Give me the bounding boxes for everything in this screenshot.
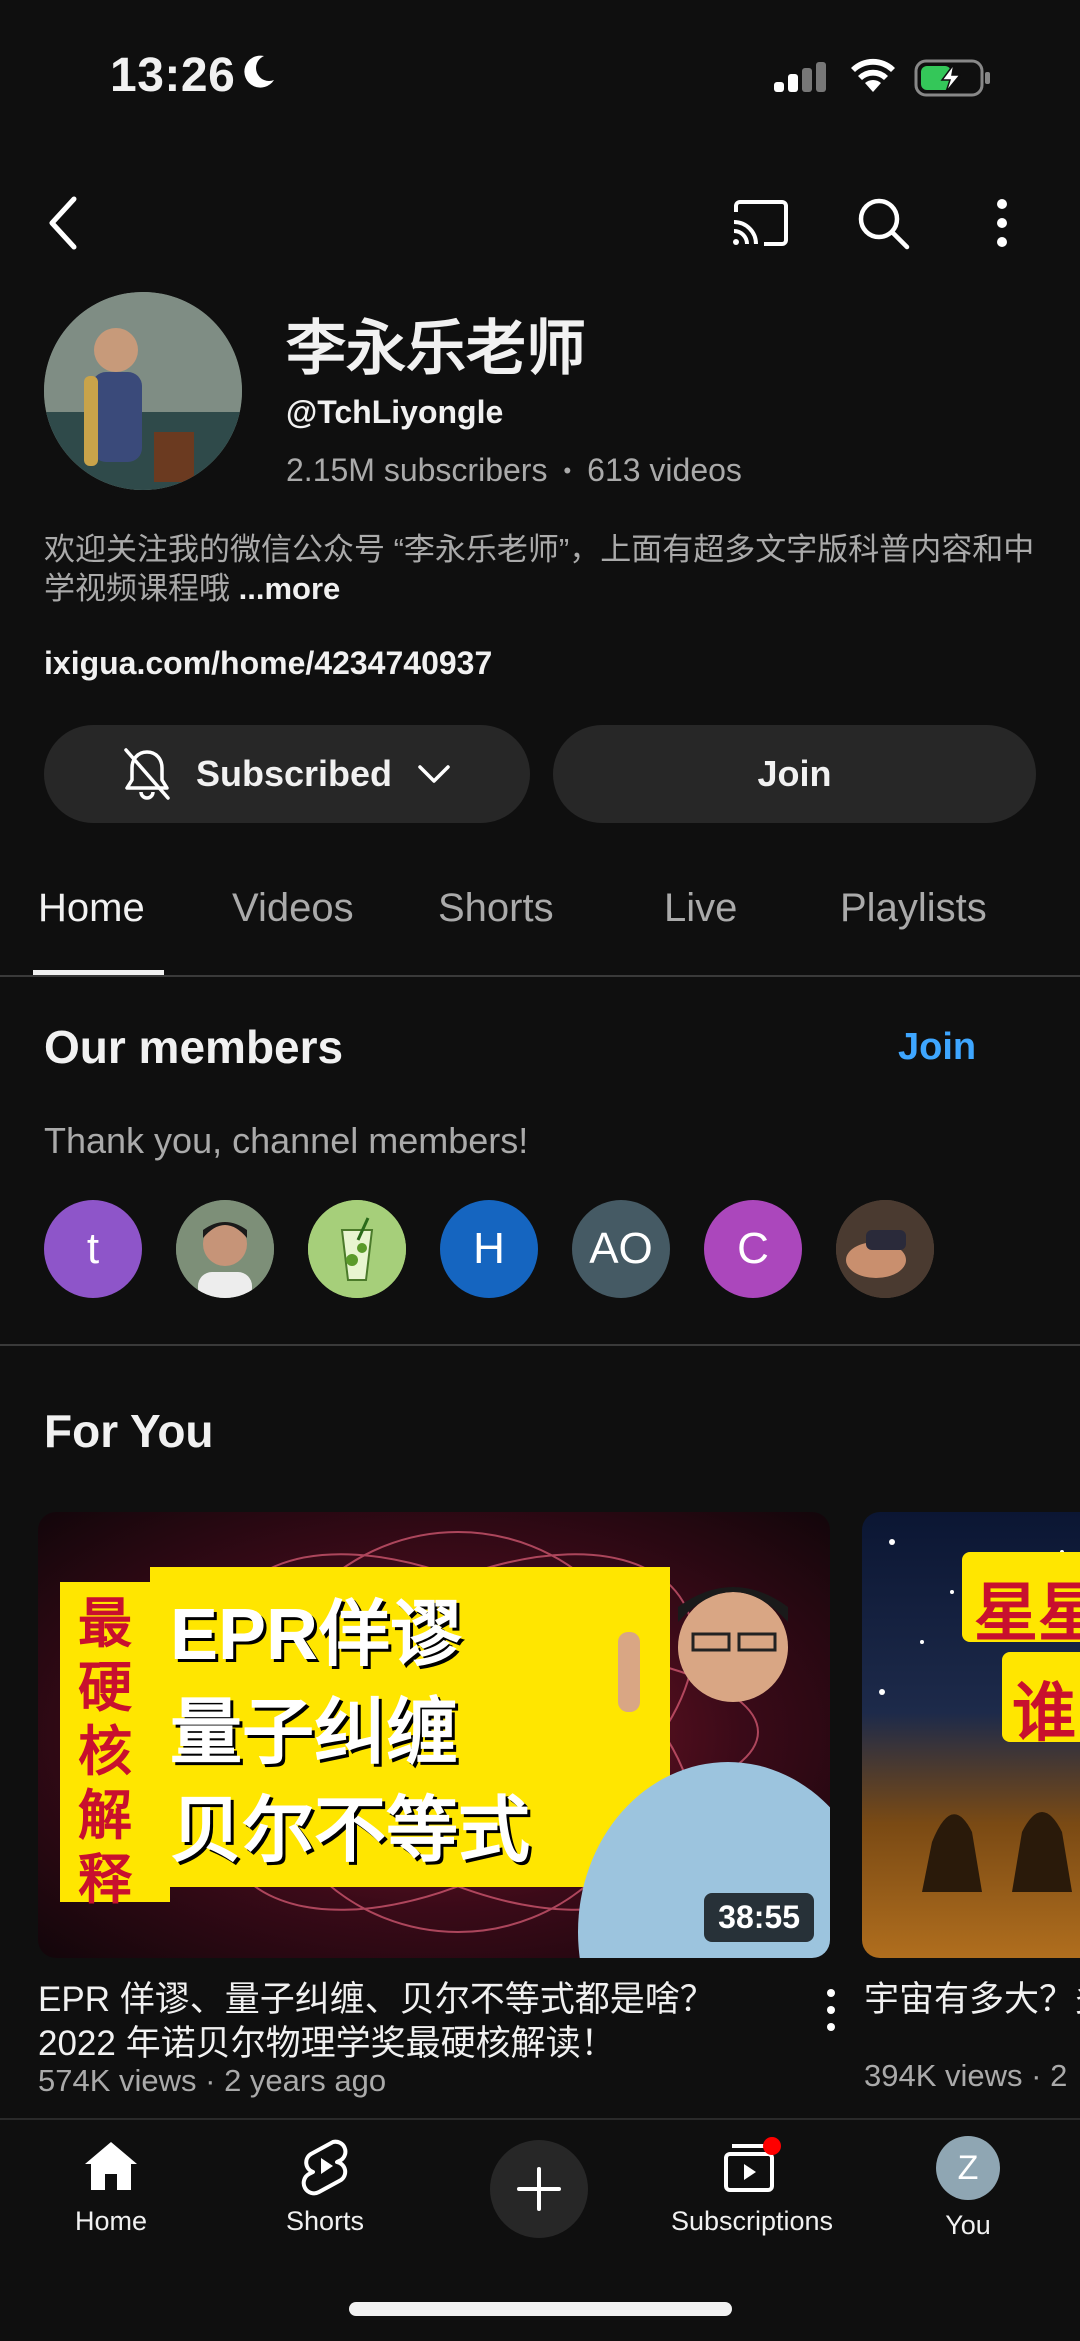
member-avatar[interactable] — [176, 1200, 274, 1298]
nav-label: Home — [74, 2206, 148, 2236]
video-title[interactable]: EPR 佯谬、量子纠缠、贝尔不等式都是啥？2022 年诺贝尔物理学奖最硬核解读！ — [38, 1978, 778, 2066]
shorts-icon — [301, 2139, 348, 2196]
channel-avatar-image — [44, 292, 242, 490]
nav-subscriptions[interactable]: Subscriptions — [652, 2136, 852, 2237]
subscriber-count: 2.15M subscribers — [286, 452, 548, 488]
create-plus-icon — [517, 2167, 561, 2211]
video-thumbnail[interactable]: 星星 谁 — [862, 1512, 1080, 1958]
video-count: 613 videos — [587, 452, 742, 488]
video-meta: 574K views · 2 years ago — [38, 2063, 387, 2098]
members-join-link[interactable]: Join — [898, 1026, 976, 1069]
tab-live[interactable]: Live — [664, 886, 737, 931]
battery-charging-icon — [914, 59, 990, 97]
thumbnail-line: 星星 — [974, 1577, 1080, 1649]
tab-playlists[interactable]: Playlists — [840, 886, 987, 931]
nav-shorts[interactable]: Shorts — [225, 2136, 425, 2237]
create-button[interactable] — [490, 2140, 588, 2238]
tab-videos[interactable]: Videos — [232, 886, 354, 931]
member-avatar-letter: H — [473, 1224, 505, 1273]
subscriptions-icon — [724, 2137, 781, 2192]
status-time: 13:26 — [110, 49, 236, 102]
member-avatar[interactable]: C — [704, 1200, 802, 1298]
channel-stats: 2.15M subscribers • 613 videos — [286, 452, 742, 489]
nav-label: You — [945, 2210, 991, 2240]
member-photo — [836, 1200, 934, 1298]
member-photo — [176, 1200, 274, 1298]
channel-name: 李永乐老师 — [286, 315, 586, 382]
member-avatar-letter: AO — [589, 1224, 653, 1273]
video-title[interactable]: 宇宙有多大？多？ — [864, 1978, 1080, 2022]
thumbnail-side-text: 最硬核解释 — [78, 1594, 132, 1910]
thumbnail-line: 贝尔不等式 — [170, 1791, 531, 1871]
nav-label: Shorts — [285, 2206, 365, 2236]
moon-icon — [244, 55, 274, 88]
home-icon — [85, 2142, 137, 2190]
subscribed-label: Subscribed — [195, 753, 393, 794]
cast-icon — [733, 200, 788, 246]
nav-you[interactable]: Z You — [868, 2136, 1068, 2241]
video-thumbnail[interactable]: 最硬核解释 EPR佯谬 量子纠缠 贝尔不等式 38:55 — [38, 1512, 830, 1958]
wifi-icon — [851, 58, 895, 92]
nav-home[interactable]: Home — [11, 2136, 211, 2237]
more-vert-icon — [997, 199, 1007, 247]
channel-link[interactable]: ixigua.com/home/4234740937 — [44, 645, 492, 682]
tab-home[interactable]: Home — [38, 886, 145, 931]
active-tab-indicator — [33, 970, 164, 975]
search-icon — [858, 198, 910, 250]
description-text: 欢迎关注我的微信公众号 “李永乐老师”，上面有超多文字版科普内容和中学视频课程哦 — [44, 532, 1035, 606]
back-icon — [49, 196, 77, 250]
members-section-title: Our members — [44, 1021, 344, 1073]
member-avatar-letter: t — [86, 1224, 100, 1273]
member-avatar[interactable]: H — [440, 1200, 538, 1298]
signal-icon — [774, 62, 826, 92]
tab-shorts[interactable]: Shorts — [438, 886, 554, 931]
thumbnail-line: 量子纠缠 — [170, 1693, 459, 1773]
chevron-down-icon — [418, 765, 450, 783]
video-meta: 394K views · 2 — [864, 2058, 1068, 2093]
for-you-section-title: For You — [44, 1405, 214, 1457]
stats-separator: • — [563, 457, 572, 483]
cast-button[interactable] — [720, 183, 800, 263]
channel-description[interactable]: 欢迎关注我的微信公众号 “李永乐老师”，上面有超多文字版科普内容和中学视频课程哦… — [44, 530, 1044, 608]
member-avatar-letter: C — [737, 1224, 769, 1273]
search-button[interactable] — [843, 183, 923, 263]
nav-label: Subscriptions — [670, 2206, 834, 2236]
bell-off-icon — [124, 748, 170, 800]
join-label: Join — [757, 753, 832, 794]
more-vert-icon[interactable] — [816, 1985, 846, 2035]
thumbnail-line: 谁 — [1012, 1677, 1076, 1749]
channel-tabs: Home Videos Shorts Live Playlists — [0, 850, 1080, 977]
subscribed-button[interactable]: Subscribed — [44, 725, 530, 823]
channel-handle: @TchLiyongle — [286, 394, 504, 430]
member-avatar[interactable]: AO — [572, 1200, 670, 1298]
member-avatar[interactable] — [836, 1200, 934, 1298]
members-thanks-text: Thank you, channel members! — [44, 1120, 529, 1161]
back-button[interactable] — [24, 183, 104, 263]
video-duration-badge: 38:55 — [704, 1893, 814, 1942]
section-divider — [0, 1344, 1080, 1346]
avatar-letter: Z — [957, 2148, 979, 2187]
home-indicator — [349, 2302, 732, 2316]
join-button[interactable]: Join — [553, 725, 1036, 823]
channel-avatar[interactable] — [44, 292, 242, 490]
avatar: Z — [936, 2136, 1000, 2200]
member-avatar[interactable] — [308, 1200, 406, 1298]
member-avatar[interactable]: t — [44, 1200, 142, 1298]
thumbnail-headline: EPR佯谬 量子纠缠 贝尔不等式 — [170, 1586, 530, 1880]
description-more-link[interactable]: ...more — [239, 571, 341, 606]
more-options-button[interactable] — [962, 183, 1042, 263]
member-photo — [308, 1200, 406, 1298]
thumbnail-line: EPR佯谬 — [170, 1595, 463, 1675]
